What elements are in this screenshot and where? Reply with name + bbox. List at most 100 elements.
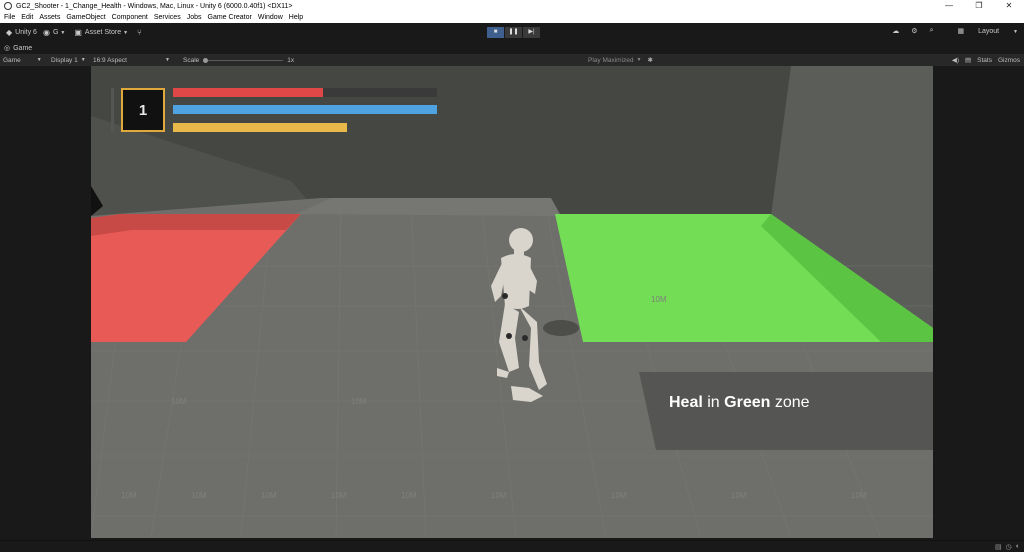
- stop-icon: ■: [493, 29, 498, 35]
- menu-help[interactable]: Help: [289, 14, 303, 21]
- health-bar-fill: [173, 88, 324, 97]
- sign-word-zone: zone: [770, 394, 810, 411]
- menu-game-creator[interactable]: Game Creator: [208, 14, 252, 21]
- audio-mute-icon[interactable]: ◀): [952, 56, 959, 64]
- energy-bar: [173, 105, 437, 114]
- settings-icon[interactable]: ⚙: [911, 27, 917, 35]
- chevron-down-icon: ▼: [123, 29, 129, 36]
- center-ramp: [296, 198, 561, 216]
- play-button[interactable]: ■: [487, 27, 504, 38]
- mode-dropdown[interactable]: Game ▼: [3, 57, 51, 64]
- unity-label: Unity 6: [15, 29, 37, 36]
- shortcuts-icon[interactable]: ▤: [965, 56, 971, 64]
- floor-label: 10M: [331, 491, 347, 500]
- sign-word-in: in: [702, 394, 725, 411]
- character-shadow: [543, 320, 579, 336]
- floor-label: 10M: [171, 397, 187, 406]
- menu-component[interactable]: Component: [112, 14, 148, 21]
- menu-window[interactable]: Window: [258, 14, 283, 21]
- console-icon[interactable]: ▤: [995, 543, 1002, 551]
- chevron-down-icon: ▼: [36, 57, 42, 63]
- scale-control: Scale 1x: [183, 57, 294, 64]
- layout-icon: ▦: [957, 28, 965, 35]
- energy-bar-fill: [173, 105, 437, 114]
- play-mode-label: Play Maximized: [588, 56, 634, 64]
- scene-render: 10M 10M 10M 10M 10M 10M 10M 10M 10M 10M …: [91, 66, 933, 538]
- menu-file[interactable]: File: [4, 14, 15, 21]
- chevron-down-icon: ▼: [164, 57, 170, 63]
- tab-game-label: Game: [13, 44, 33, 52]
- main-toolbar: ◆ Unity 6 ◉ G ▼ ▣ Asset Store ▼ ⑂ ■ ❚❚ ▶…: [0, 23, 1024, 42]
- asset-store-label: Asset Store: [84, 29, 122, 36]
- menu-assets[interactable]: Assets: [39, 14, 60, 21]
- heal-sign-text: Heal in Green zone: [669, 394, 810, 412]
- floor-label: 10M: [351, 397, 367, 406]
- display-dropdown[interactable]: Display 1 ▼: [51, 57, 93, 64]
- mode-label: Game: [3, 56, 21, 64]
- stamina-bar: [173, 123, 437, 132]
- aspect-dropdown[interactable]: 16:9 Aspect ▼: [93, 57, 183, 64]
- asset-store-button[interactable]: ▣ Asset Store ▼: [74, 28, 131, 37]
- unity-logo-icon: ◆: [6, 28, 13, 37]
- menu-jobs[interactable]: Jobs: [187, 14, 202, 21]
- hud-edge: [111, 88, 114, 132]
- window-titlebar: GC2_Shooter - 1_Change_Health - Windows,…: [0, 0, 1024, 12]
- status-bar: ▤ ◷ ◐: [0, 540, 1024, 552]
- floor-label: 10M: [491, 491, 507, 500]
- cloud-icon[interactable]: ☁: [892, 27, 899, 35]
- scale-slider-knob[interactable]: [203, 57, 209, 63]
- display-label: Display 1: [51, 56, 78, 64]
- scale-label: Scale: [183, 56, 200, 64]
- floor-label: 10M: [401, 491, 417, 500]
- search-icon[interactable]: ⌕: [930, 27, 934, 35]
- branch-icon: ⑂: [137, 28, 142, 37]
- level-number: 1: [138, 101, 148, 119]
- health-bar: [173, 88, 437, 97]
- floor-label: 10M: [121, 491, 137, 500]
- pause-icon: ❚❚: [508, 29, 519, 35]
- scale-slider[interactable]: [203, 57, 284, 63]
- gizmos-button[interactable]: Gizmos: [998, 57, 1020, 64]
- scale-value: 1x: [287, 56, 295, 64]
- version-control-button[interactable]: ⑂: [137, 28, 145, 37]
- stats-button[interactable]: Stats: [977, 57, 992, 64]
- unity-menu-button[interactable]: ◆ Unity 6: [6, 28, 37, 37]
- unity-app-icon: [4, 2, 12, 10]
- maximize-button[interactable]: ❐: [964, 0, 994, 12]
- tab-bar: ◎ Game: [0, 42, 1024, 54]
- sign-word-heal: Heal: [669, 394, 703, 411]
- floor-label: 10M: [611, 491, 627, 500]
- menu-gameobject[interactable]: GameObject: [66, 14, 105, 21]
- progress-icon[interactable]: ◷: [1006, 543, 1012, 551]
- close-button[interactable]: ✕: [994, 0, 1024, 12]
- aspect-label: 16:9 Aspect: [93, 56, 127, 64]
- layout-dropdown[interactable]: ▦ Layout ▼: [945, 27, 1018, 35]
- game-view-toolbar: Game ▼ Display 1 ▼ 16:9 Aspect ▼ Scale 1…: [0, 54, 1024, 66]
- floor-label: 10M: [261, 491, 277, 500]
- account-label: G: [52, 29, 59, 36]
- chevron-down-icon: ▼: [60, 29, 66, 36]
- game-view[interactable]: 10M 10M 10M 10M 10M 10M 10M 10M 10M 10M …: [91, 66, 933, 538]
- menu-edit[interactable]: Edit: [21, 14, 33, 21]
- chevron-down-icon: ▼: [1013, 29, 1018, 35]
- stamina-bar-fill: [173, 123, 348, 132]
- floor-label: 10M: [731, 491, 747, 500]
- tab-game[interactable]: ◎ Game: [4, 44, 33, 53]
- minimize-button[interactable]: —: [934, 0, 964, 12]
- account-button[interactable]: ◉ G ▼: [43, 28, 68, 37]
- menu-bar: File Edit Assets GameObject Component Se…: [0, 12, 1024, 23]
- play-controls: ■ ❚❚ ▶|: [487, 27, 541, 38]
- gamepad-icon: ◎: [4, 45, 11, 52]
- bag-icon: ▣: [74, 28, 82, 37]
- notifications-icon[interactable]: ◐: [1016, 543, 1020, 551]
- play-mode-dropdown[interactable]: Play Maximized ▼ ✱: [588, 56, 653, 65]
- account-icon: ◉: [42, 28, 50, 37]
- pause-button[interactable]: ❚❚: [505, 27, 522, 38]
- menu-services[interactable]: Services: [154, 14, 181, 21]
- layout-label: Layout: [978, 28, 1000, 35]
- floor-label: 10M: [651, 295, 667, 304]
- bug-icon[interactable]: ✱: [647, 56, 652, 64]
- step-button[interactable]: ▶|: [523, 27, 540, 38]
- floor-label: 10M: [191, 491, 207, 500]
- chevron-down-icon: ▼: [80, 57, 86, 63]
